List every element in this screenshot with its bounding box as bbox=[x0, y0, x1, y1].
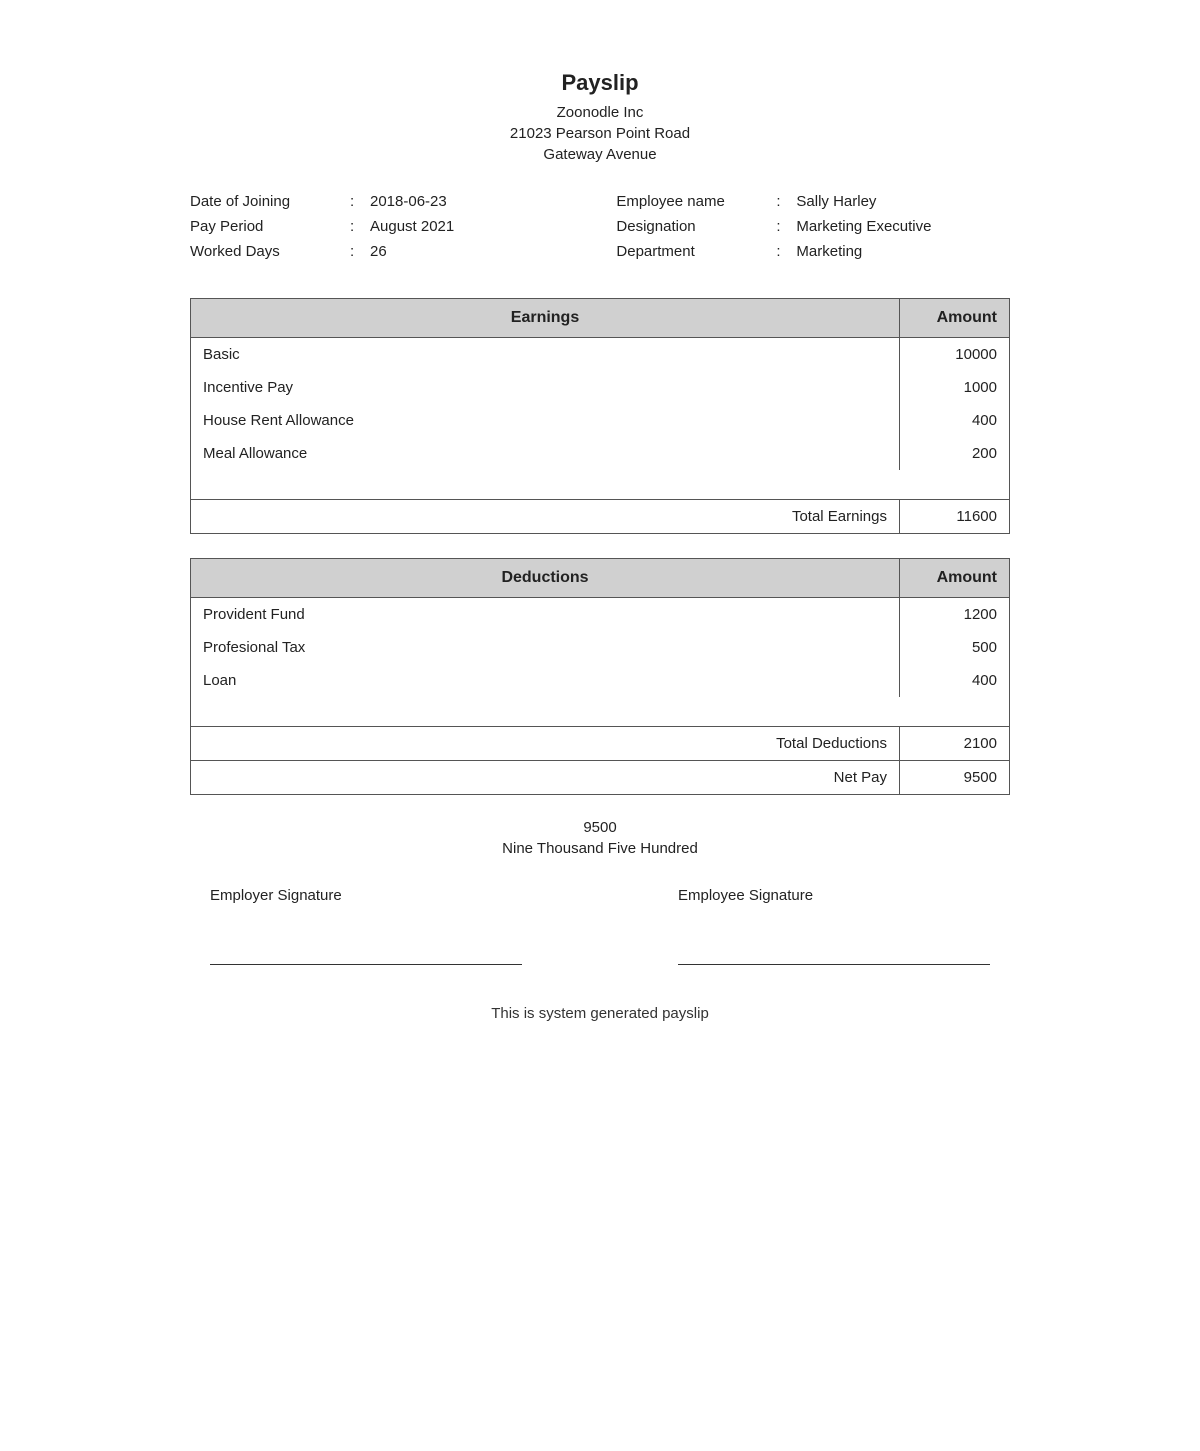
basic-amount: 10000 bbox=[900, 338, 1010, 372]
deductions-amount-header: Amount bbox=[900, 559, 1010, 598]
loan-amount: 400 bbox=[900, 664, 1010, 697]
pay-period-row: Pay Period : August 2021 bbox=[190, 218, 584, 235]
worked-days-value: 26 bbox=[370, 243, 387, 260]
earnings-section: Earnings Amount Basic 10000 Incentive Pa… bbox=[190, 298, 1010, 534]
payslip-title: Payslip bbox=[190, 70, 1010, 96]
pay-period-value: August 2021 bbox=[370, 218, 454, 235]
payslip-header: Payslip Zoonodle Inc 21023 Pearson Point… bbox=[190, 70, 1010, 163]
worked-days-row: Worked Days : 26 bbox=[190, 243, 584, 260]
designation-colon: : bbox=[776, 218, 796, 235]
table-row: Loan 400 bbox=[191, 664, 1010, 697]
info-section: Date of Joining : 2018-06-23 Pay Period … bbox=[190, 193, 1010, 268]
employee-signature-block: Employee Signature bbox=[678, 887, 990, 965]
deductions-section: Deductions Amount Provident Fund 1200 Pr… bbox=[190, 558, 1010, 795]
professional-tax-label: Profesional Tax bbox=[191, 631, 900, 664]
incentive-pay-label: Incentive Pay bbox=[191, 371, 900, 404]
hra-label: House Rent Allowance bbox=[191, 404, 900, 437]
company-name: Zoonodle Inc bbox=[190, 104, 1010, 121]
date-of-joining-row: Date of Joining : 2018-06-23 bbox=[190, 193, 584, 210]
employee-name-colon: : bbox=[776, 193, 796, 210]
designation-label: Designation bbox=[616, 218, 776, 235]
employer-signature-block: Employer Signature bbox=[210, 887, 522, 965]
earnings-header: Earnings bbox=[191, 299, 900, 338]
hra-amount: 400 bbox=[900, 404, 1010, 437]
worked-days-label: Worked Days bbox=[190, 243, 350, 260]
employee-name-value: Sally Harley bbox=[796, 193, 876, 210]
amount-numeric: 9500 bbox=[190, 819, 1010, 836]
department-row: Department : Marketing bbox=[616, 243, 1010, 260]
department-value: Marketing bbox=[796, 243, 862, 260]
worked-days-colon: : bbox=[350, 243, 370, 260]
meal-allowance-label: Meal Allowance bbox=[191, 437, 900, 470]
total-earnings-row: Total Earnings 11600 bbox=[191, 500, 1010, 534]
date-of-joining-value: 2018-06-23 bbox=[370, 193, 447, 210]
pay-period-label: Pay Period bbox=[190, 218, 350, 235]
net-pay-row: Net Pay 9500 bbox=[191, 761, 1010, 795]
pay-period-colon: : bbox=[350, 218, 370, 235]
employee-name-row: Employee name : Sally Harley bbox=[616, 193, 1010, 210]
employee-signature-line bbox=[678, 964, 990, 965]
provident-fund-label: Provident Fund bbox=[191, 598, 900, 632]
earnings-amount-header: Amount bbox=[900, 299, 1010, 338]
address-line1: 21023 Pearson Point Road bbox=[190, 125, 1010, 142]
table-row: Provident Fund 1200 bbox=[191, 598, 1010, 632]
footer-text: This is system generated payslip bbox=[190, 1005, 1010, 1022]
total-deductions-amount: 2100 bbox=[900, 727, 1010, 761]
table-row: Basic 10000 bbox=[191, 338, 1010, 372]
amount-words-section: 9500 Nine Thousand Five Hundred bbox=[190, 819, 1010, 857]
info-right: Employee name : Sally Harley Designation… bbox=[616, 193, 1010, 268]
address-line2: Gateway Avenue bbox=[190, 146, 1010, 163]
table-row: House Rent Allowance 400 bbox=[191, 404, 1010, 437]
spacer-row bbox=[191, 470, 1010, 500]
earnings-table: Earnings Amount Basic 10000 Incentive Pa… bbox=[190, 298, 1010, 534]
employee-signature-label: Employee Signature bbox=[678, 887, 990, 904]
total-deductions-label: Total Deductions bbox=[191, 727, 900, 761]
designation-row: Designation : Marketing Executive bbox=[616, 218, 1010, 235]
net-pay-label: Net Pay bbox=[191, 761, 900, 795]
amount-words-text: Nine Thousand Five Hundred bbox=[190, 840, 1010, 857]
total-deductions-row: Total Deductions 2100 bbox=[191, 727, 1010, 761]
department-colon: : bbox=[776, 243, 796, 260]
date-of-joining-label: Date of Joining bbox=[190, 193, 350, 210]
date-of-joining-colon: : bbox=[350, 193, 370, 210]
net-pay-amount: 9500 bbox=[900, 761, 1010, 795]
incentive-pay-amount: 1000 bbox=[900, 371, 1010, 404]
employer-signature-label: Employer Signature bbox=[210, 887, 522, 904]
total-earnings-amount: 11600 bbox=[900, 500, 1010, 534]
employee-name-label: Employee name bbox=[616, 193, 776, 210]
meal-allowance-amount: 200 bbox=[900, 437, 1010, 470]
department-label: Department bbox=[616, 243, 776, 260]
deductions-table: Deductions Amount Provident Fund 1200 Pr… bbox=[190, 558, 1010, 795]
spacer-row bbox=[191, 697, 1010, 727]
employer-signature-line bbox=[210, 964, 522, 965]
designation-value: Marketing Executive bbox=[796, 218, 931, 235]
table-row: Meal Allowance 200 bbox=[191, 437, 1010, 470]
total-earnings-label: Total Earnings bbox=[191, 500, 900, 534]
professional-tax-amount: 500 bbox=[900, 631, 1010, 664]
basic-label: Basic bbox=[191, 338, 900, 372]
deductions-header: Deductions bbox=[191, 559, 900, 598]
table-row: Incentive Pay 1000 bbox=[191, 371, 1010, 404]
info-left: Date of Joining : 2018-06-23 Pay Period … bbox=[190, 193, 584, 268]
footer: This is system generated payslip bbox=[190, 1005, 1010, 1022]
provident-fund-amount: 1200 bbox=[900, 598, 1010, 632]
table-row: Profesional Tax 500 bbox=[191, 631, 1010, 664]
signature-section: Employer Signature Employee Signature bbox=[190, 887, 1010, 965]
loan-label: Loan bbox=[191, 664, 900, 697]
